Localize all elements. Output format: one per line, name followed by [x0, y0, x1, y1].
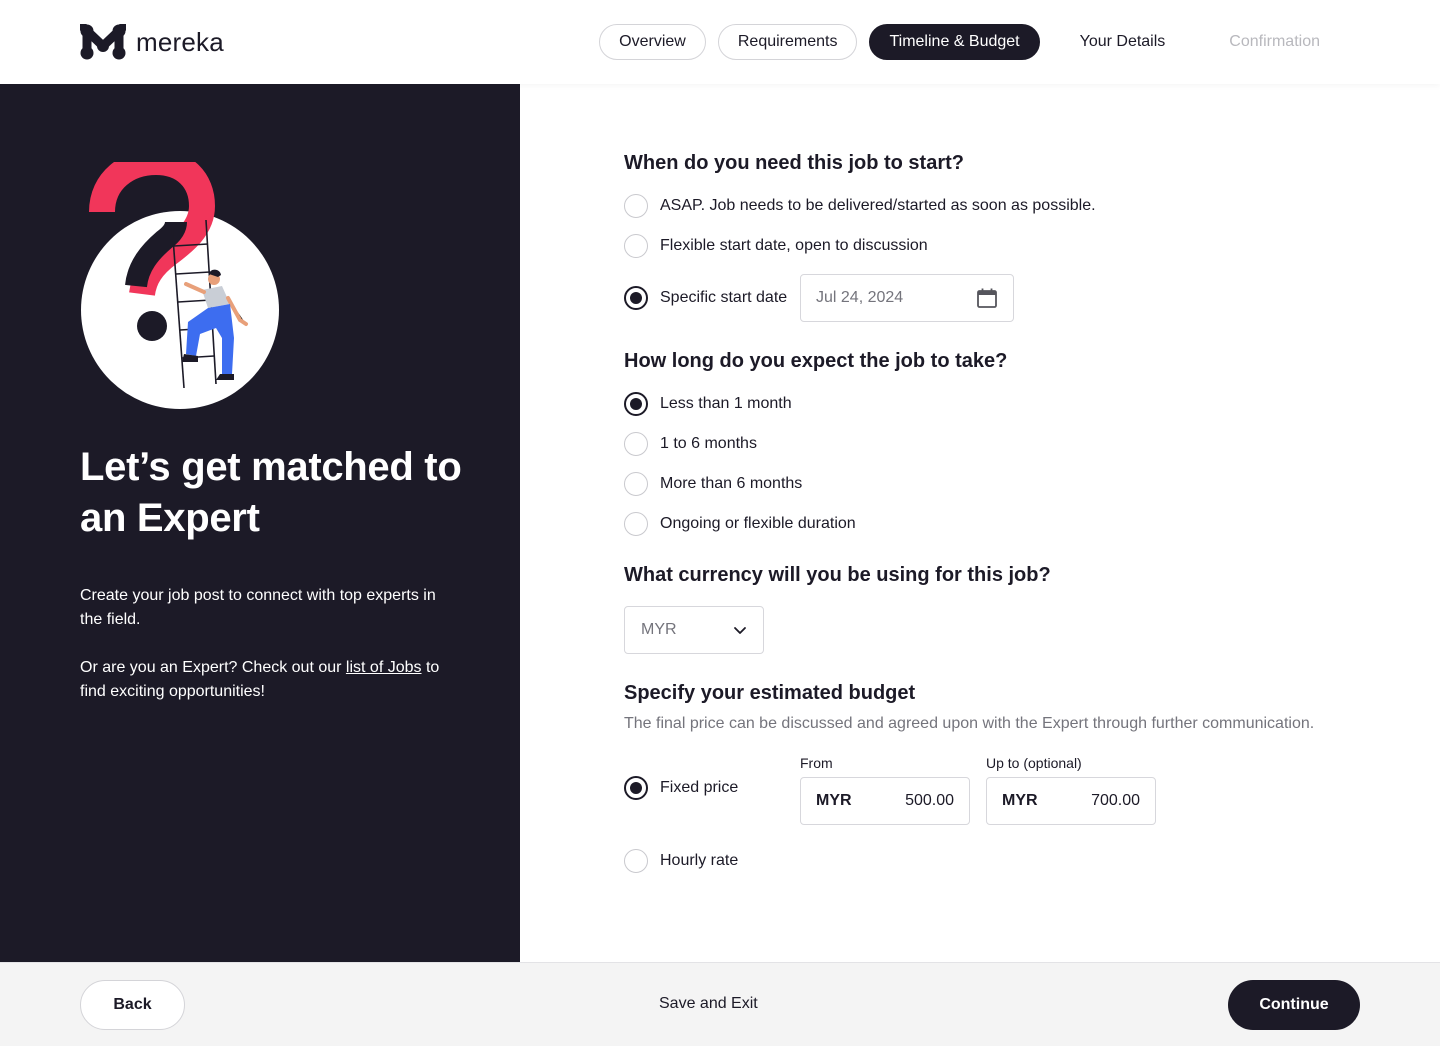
start-option-specific-label: Specific start date: [660, 289, 788, 306]
radio-ongoing[interactable]: [624, 512, 648, 536]
radio-less-1-month[interactable]: [624, 392, 648, 416]
duration-option-ongoing[interactable]: Ongoing or flexible duration: [624, 512, 856, 536]
start-question-title: When do you need this job to start?: [624, 152, 964, 174]
radio-flexible[interactable]: [624, 234, 648, 258]
progress-steps: Overview Requirements Timeline & Budget …: [599, 24, 1340, 60]
continue-button[interactable]: Continue: [1228, 980, 1360, 1030]
duration-option-1-6-months[interactable]: 1 to 6 months: [624, 432, 757, 456]
budget-upto-value: 700.00: [1091, 792, 1140, 809]
left-panel: Let’s get matched to an Expert Create yo…: [0, 84, 520, 962]
expert-cta-suffix: to: [421, 659, 440, 676]
list-of-jobs-link[interactable]: list of Jobs: [346, 659, 422, 676]
chevron-down-icon: [734, 627, 746, 634]
budget-from-value: 500.00: [905, 792, 954, 809]
hero-description: Create your job post to connect with top…: [80, 587, 436, 628]
top-header: mereka Overview Requirements Timeline & …: [0, 0, 1440, 84]
duration-option-more-6-months[interactable]: More than 6 months: [624, 472, 802, 496]
budget-option-label: Fixed price: [660, 779, 739, 796]
budget-from-input[interactable]: MYR 500.00: [800, 777, 970, 825]
start-option-specific[interactable]: Specific start date: [624, 286, 787, 310]
currency-select[interactable]: MYR: [624, 606, 764, 654]
expert-cta-prefix: Or are you an Expert? Check out our: [80, 659, 346, 676]
radio-hourly-rate[interactable]: [624, 849, 648, 873]
expert-cta-line2: find exciting opportunities!: [80, 683, 265, 700]
brand[interactable]: mereka: [80, 24, 224, 60]
budget-option-label: Hourly rate: [660, 852, 739, 869]
step-overview[interactable]: Overview: [599, 24, 706, 60]
start-option-asap[interactable]: ASAP. Job needs to be delivered/started …: [624, 194, 1096, 218]
budget-question-title: Specify your estimated budget: [624, 682, 916, 704]
duration-question-title: How long do you expect the job to take?: [624, 350, 1008, 372]
budget-from-label: From: [800, 755, 833, 771]
hero-title: Let’s get matched to an Expert: [80, 445, 462, 540]
radio-specific-date[interactable]: [624, 286, 648, 310]
question-mark-ladder-illustration: [81, 162, 279, 409]
radio-1-6-months[interactable]: [624, 432, 648, 456]
budget-option-hourly[interactable]: Hourly rate: [624, 849, 738, 873]
step-timeline-budget[interactable]: Timeline & Budget: [869, 24, 1040, 60]
start-date-input[interactable]: Jul 24, 2024: [800, 274, 1014, 322]
currency-selected-value: MYR: [641, 621, 677, 638]
duration-option-less-1-month[interactable]: Less than 1 month: [624, 392, 792, 416]
step-your-details[interactable]: Your Details: [1059, 24, 1186, 60]
budget-upto-label: Up to (optional): [986, 755, 1082, 771]
step-requirements[interactable]: Requirements: [717, 24, 858, 60]
duration-option-label: Ongoing or flexible duration: [660, 515, 856, 532]
footer-bar: Back Save and Exit Continue: [0, 962, 1440, 1046]
start-option-flexible-label: Flexible start date, open to discussion: [660, 237, 928, 254]
radio-asap[interactable]: [624, 194, 648, 218]
duration-option-label: Less than 1 month: [660, 395, 792, 412]
mereka-logo-icon: [80, 24, 126, 60]
budget-from-currency: MYR: [816, 792, 852, 809]
budget-upto-input[interactable]: MYR 700.00: [986, 777, 1156, 825]
radio-fixed-price[interactable]: [624, 776, 648, 800]
brand-name: mereka: [136, 26, 224, 57]
back-button[interactable]: Back: [80, 980, 185, 1030]
calendar-icon[interactable]: [976, 287, 998, 309]
step-confirmation: Confirmation: [1209, 24, 1340, 60]
currency-question-title: What currency will you be using for this…: [624, 564, 1051, 586]
radio-more-6-months[interactable]: [624, 472, 648, 496]
start-option-asap-label: ASAP. Job needs to be delivered/started …: [660, 197, 1096, 214]
start-date-value: Jul 24, 2024: [816, 289, 904, 306]
duration-option-label: 1 to 6 months: [660, 435, 757, 452]
budget-upto-currency: MYR: [1002, 792, 1038, 809]
save-and-exit-link[interactable]: Save and Exit: [659, 995, 758, 1013]
budget-subtitle: The final price can be discussed and agr…: [624, 715, 1315, 732]
start-option-flexible[interactable]: Flexible start date, open to discussion: [624, 234, 928, 258]
duration-option-label: More than 6 months: [660, 475, 803, 492]
budget-option-fixed[interactable]: Fixed price: [624, 776, 738, 800]
expert-cta-text: Or are you an Expert? Check out our list…: [80, 656, 460, 704]
